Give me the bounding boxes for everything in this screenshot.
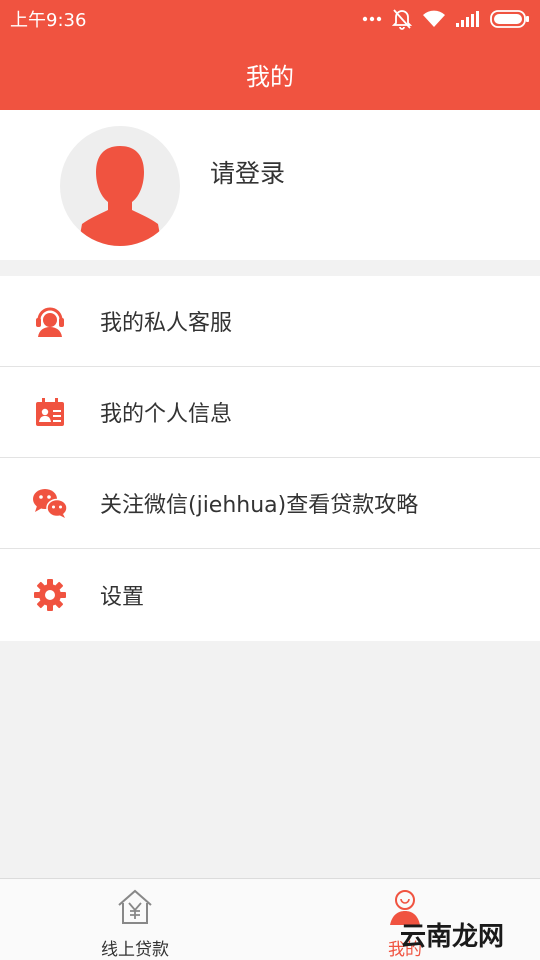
login-prompt[interactable]: 请登录: [210, 154, 285, 190]
menu-item-label: 我的私人客服: [100, 311, 233, 336]
menu-item-personal-info[interactable]: 我的个人信息: [0, 367, 540, 458]
tab-label: 线上贷款: [101, 940, 169, 960]
menu-item-label: 设置: [100, 585, 145, 610]
menu-item-label: 关注微信(jiehhua)查看贷款攻略: [100, 493, 419, 518]
headset-agent-icon: [32, 303, 68, 339]
status-icons: [362, 8, 530, 30]
profile-card[interactable]: 请登录: [0, 110, 540, 260]
menu-item-wechat[interactable]: 关注微信(jiehhua)查看贷款攻略: [0, 458, 540, 549]
watermark: 云南龙网: [399, 922, 504, 952]
battery-icon: [490, 10, 530, 28]
avatar[interactable]: [60, 126, 180, 246]
menu-item-label: 我的个人信息: [100, 402, 233, 427]
signal-icon: [456, 11, 480, 27]
bell-muted-icon: [392, 8, 412, 30]
menu-list: 我的私人客服 我的个人信息 关注微信(jiehhua)查看贷款攻略 设置: [0, 276, 540, 641]
tab-online-loan[interactable]: 线上贷款: [0, 879, 270, 960]
page-title: 我的: [246, 62, 294, 91]
house-yen-icon: [115, 887, 155, 927]
wifi-icon: [422, 10, 446, 28]
status-time: 上午9:36: [10, 10, 87, 31]
status-bar: 上午9:36: [0, 0, 540, 38]
screen: 上午9:36 我的 请登录 我的私人客服 我的个人信息 关注微信(jiehhua…: [0, 0, 540, 960]
page-header: 我的: [0, 38, 540, 110]
user-silhouette-icon: [78, 146, 162, 246]
wechat-icon: [32, 485, 68, 521]
gear-icon: [32, 577, 68, 613]
more-dots-icon: [362, 15, 382, 23]
menu-item-customer-service[interactable]: 我的私人客服: [0, 276, 540, 367]
menu-item-settings[interactable]: 设置: [0, 549, 540, 641]
id-card-icon: [32, 394, 68, 430]
